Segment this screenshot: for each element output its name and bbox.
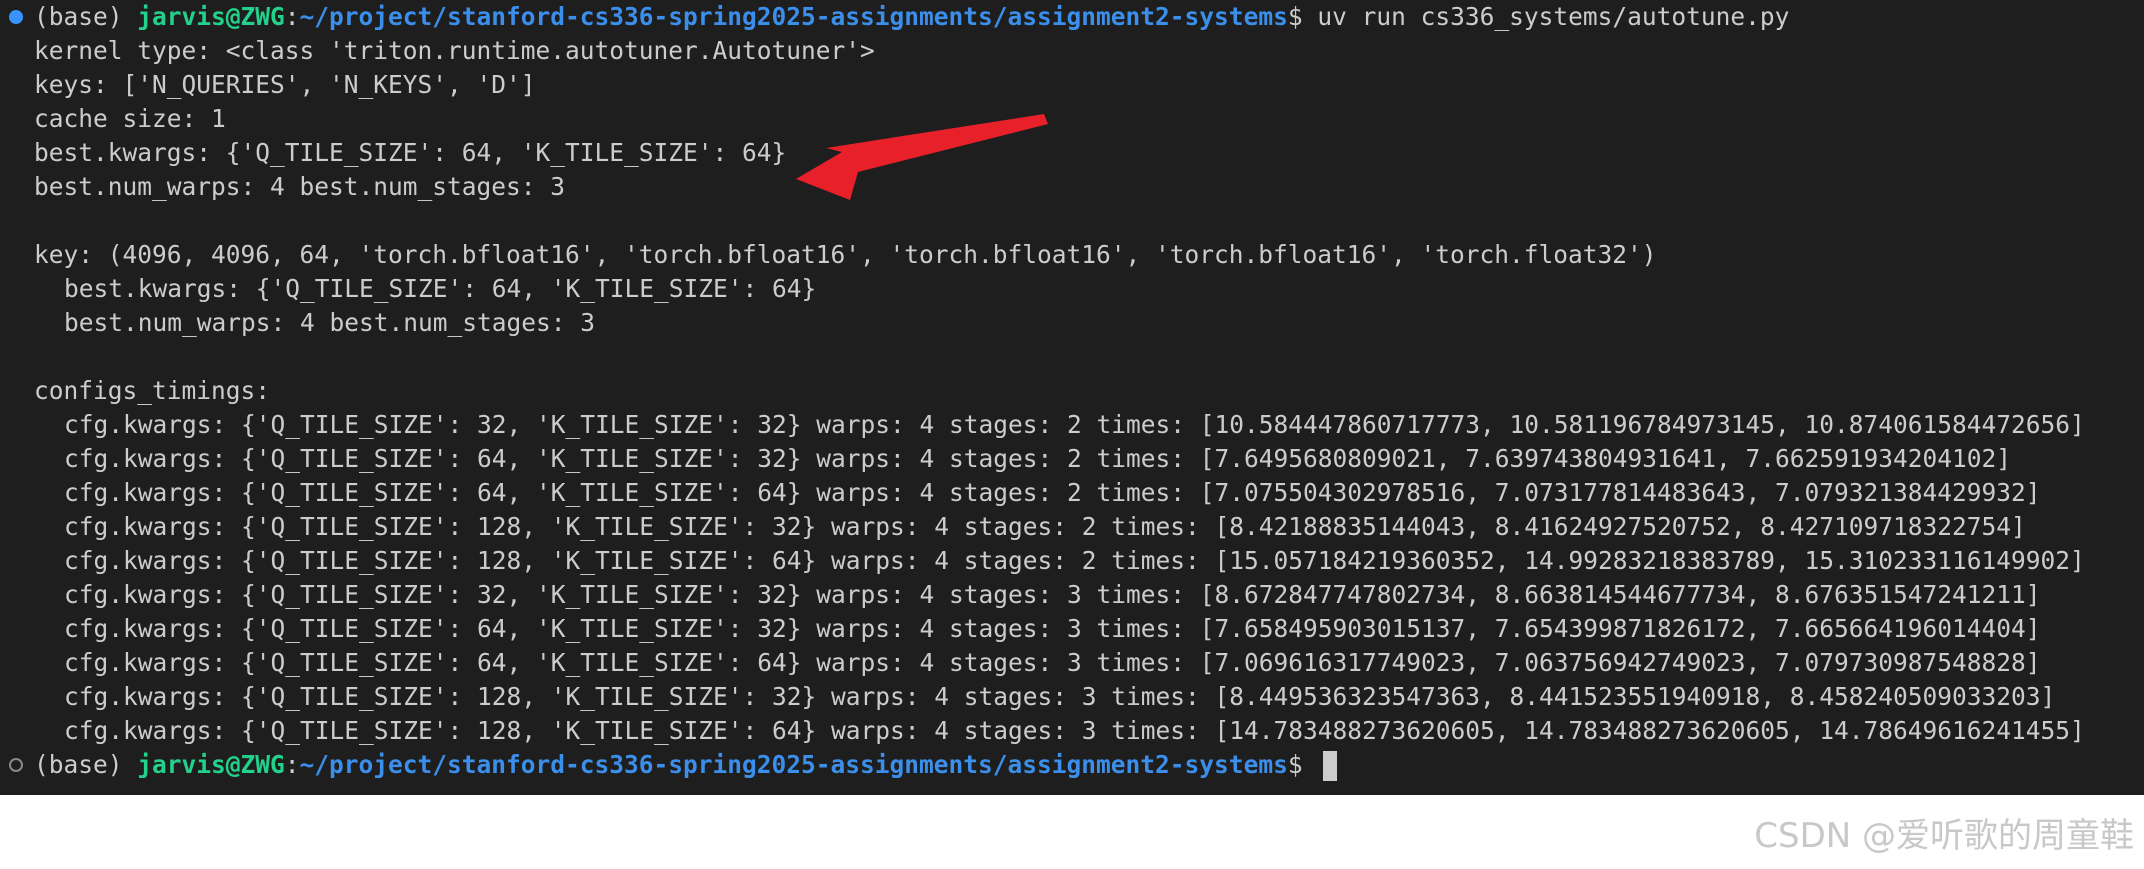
annotation-arrow-icon bbox=[796, 114, 1048, 200]
watermark: CSDN @爱听歌的周童鞋 bbox=[1754, 816, 2134, 856]
terminal-panel[interactable]: (base) jarvis@ZWG:~/project/stanford-cs3… bbox=[0, 0, 2144, 795]
